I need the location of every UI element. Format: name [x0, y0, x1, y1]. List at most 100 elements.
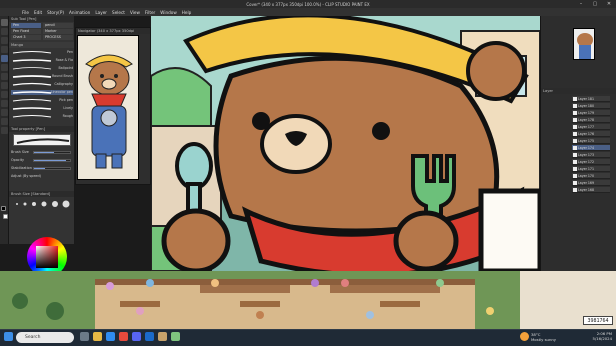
brush-size-slider[interactable]	[33, 151, 71, 154]
layer-row[interactable]: Layer 170	[572, 173, 610, 179]
brush-label: Rough	[62, 114, 73, 118]
layer-row[interactable]: Layer 169	[572, 180, 610, 186]
subtool-tab-pencil[interactable]: pencil	[43, 23, 73, 28]
brush-pen[interactable]: Pen	[11, 50, 73, 55]
navigator-header: Navigator (340 x 377px 350dpi 100.0%)	[76, 28, 150, 39]
windows-start-icon[interactable]	[4, 332, 13, 341]
task-view-icon[interactable]	[80, 332, 89, 341]
brush-label: Calligraphy	[54, 82, 73, 86]
vector-row[interactable]: Adjust (By speed)	[11, 174, 73, 179]
drawing-canvas[interactable]	[151, 16, 540, 271]
menu-layer[interactable]: Layer	[95, 10, 107, 15]
eyedropper-tool-icon[interactable]	[1, 46, 8, 53]
brush-pick-pen[interactable]: Pick pen	[11, 98, 73, 103]
menu-window[interactable]: Window	[160, 10, 177, 15]
layer-row[interactable]: Layer 173	[572, 152, 610, 158]
edge-icon[interactable]	[106, 332, 115, 341]
opacity-row[interactable]: Opacity	[11, 158, 73, 163]
clip-studio-icon[interactable]	[158, 332, 167, 341]
brush-round[interactable]: Round Brush	[11, 74, 73, 79]
file-explorer-icon[interactable]	[93, 332, 102, 341]
canvas-thumbnail[interactable]	[573, 28, 595, 60]
stabilization-slider[interactable]	[33, 167, 71, 170]
opacity-slider[interactable]	[33, 159, 71, 162]
menu-edit[interactable]: Edit	[34, 10, 42, 15]
maximize-icon[interactable]: ▢	[588, 0, 602, 8]
menu-view[interactable]: View	[130, 10, 140, 15]
brush-size-dots[interactable]	[13, 199, 71, 209]
close-icon[interactable]: ✕	[602, 0, 616, 8]
subtool-tab-chart[interactable]: Chart 3	[11, 35, 41, 40]
subtool-tab-process[interactable]: PROCESS	[43, 35, 73, 40]
brush-preview	[13, 134, 71, 146]
minimize-icon[interactable]: –	[574, 0, 588, 8]
app-window: Cover* (340 x 377px 350dpi 100.0%) - CLI…	[0, 0, 616, 346]
title-bar: Cover* (340 x 377px 350dpi 100.0%) - CLI…	[0, 0, 616, 8]
figure-tool-icon[interactable]	[1, 109, 8, 116]
zoom-tool-icon[interactable]	[1, 28, 8, 35]
navigator-preview[interactable]	[77, 35, 139, 180]
tool-strip	[0, 16, 9, 244]
move-tool-icon[interactable]	[1, 19, 8, 26]
brush-rough[interactable]: Rough	[11, 114, 73, 119]
brush-lively[interactable]: Lively	[11, 106, 73, 111]
chrome-icon[interactable]	[119, 332, 128, 341]
menu-help[interactable]: Help	[182, 10, 192, 15]
sub-color-swatch[interactable]	[3, 214, 8, 219]
thumbnail-bear	[577, 33, 593, 59]
fill-tool-icon[interactable]	[1, 91, 8, 98]
stabilization-row[interactable]: Stabilization	[11, 166, 73, 171]
brush-rose[interactable]: Rose & Flo	[11, 58, 73, 63]
ruler-tool-icon[interactable]	[1, 127, 8, 134]
brush-linecolor-pen[interactable]: Linecolor pen	[11, 90, 73, 95]
menu-select[interactable]: Select	[112, 10, 125, 15]
tool-property-header: Tool property [Pen]	[9, 126, 74, 132]
layer-row[interactable]: Layer 181	[572, 96, 610, 102]
text-tool-icon[interactable]	[1, 118, 8, 125]
layer-row[interactable]: Layer 176	[572, 131, 610, 137]
brush-label: Ballpoint	[58, 66, 73, 70]
layer-row[interactable]: Layer 177	[572, 124, 610, 130]
brush-label: Linecolor pen	[50, 90, 73, 94]
layer-name: Layer 171	[578, 167, 594, 171]
color-saturation-square[interactable]	[36, 246, 58, 268]
brush-label: Pen	[67, 50, 73, 54]
brush-ballpoint[interactable]: Ballpoint	[11, 66, 73, 71]
layer-row[interactable]: Layer 179	[572, 110, 610, 116]
layer-row-selected[interactable]: Layer 174	[572, 145, 610, 151]
pencil-tool-icon[interactable]	[1, 64, 8, 71]
menu-filter[interactable]: Filter	[145, 10, 155, 15]
stabilization-label: Stabilization	[11, 166, 32, 170]
layer-row[interactable]: Layer 178	[572, 117, 610, 123]
brush-tool-icon[interactable]	[1, 73, 8, 80]
menu-file[interactable]: File	[22, 10, 29, 15]
subtool-tab-pen[interactable]: Pen	[11, 23, 41, 28]
layer-row[interactable]: Layer 171	[572, 166, 610, 172]
game-icon[interactable]	[171, 332, 180, 341]
navigator-bear-illustration	[78, 36, 138, 179]
menu-story[interactable]: Story(P)	[47, 10, 64, 15]
layer-name: Layer 169	[578, 181, 594, 185]
layer-row[interactable]: Layer 168	[572, 187, 610, 193]
eraser-tool-icon[interactable]	[1, 82, 8, 89]
system-clock[interactable]: 2:06 PM 5/16/2024	[593, 331, 612, 341]
selection-tool-icon[interactable]	[1, 37, 8, 44]
taskbar-search[interactable]: Search	[16, 332, 74, 343]
layer-row[interactable]: Layer 180	[572, 103, 610, 109]
steam-icon[interactable]	[145, 332, 154, 341]
game-window[interactable]	[0, 271, 616, 329]
layer-row[interactable]: Layer 175	[572, 138, 610, 144]
discord-icon[interactable]	[132, 332, 141, 341]
menu-animation[interactable]: Animation	[69, 10, 90, 15]
weather-widget[interactable]: 38°C Mostly sunny	[531, 332, 556, 342]
pen-tool-icon[interactable]	[1, 55, 8, 62]
main-color-swatch[interactable]	[1, 206, 6, 211]
brush-label: Lively	[63, 106, 73, 110]
layer-row[interactable]: Layer 172	[572, 159, 610, 165]
brush-calligraphy[interactable]: Calligraphy	[11, 82, 73, 87]
brush-size-row[interactable]: Brush Size	[11, 150, 73, 155]
subtool-tab-marker[interactable]: Marker	[43, 29, 73, 34]
gradient-tool-icon[interactable]	[1, 100, 8, 107]
subtool-tab-pen-fixed[interactable]: Pen Fixed	[11, 29, 41, 34]
layer-name: Layer 174	[578, 146, 594, 150]
